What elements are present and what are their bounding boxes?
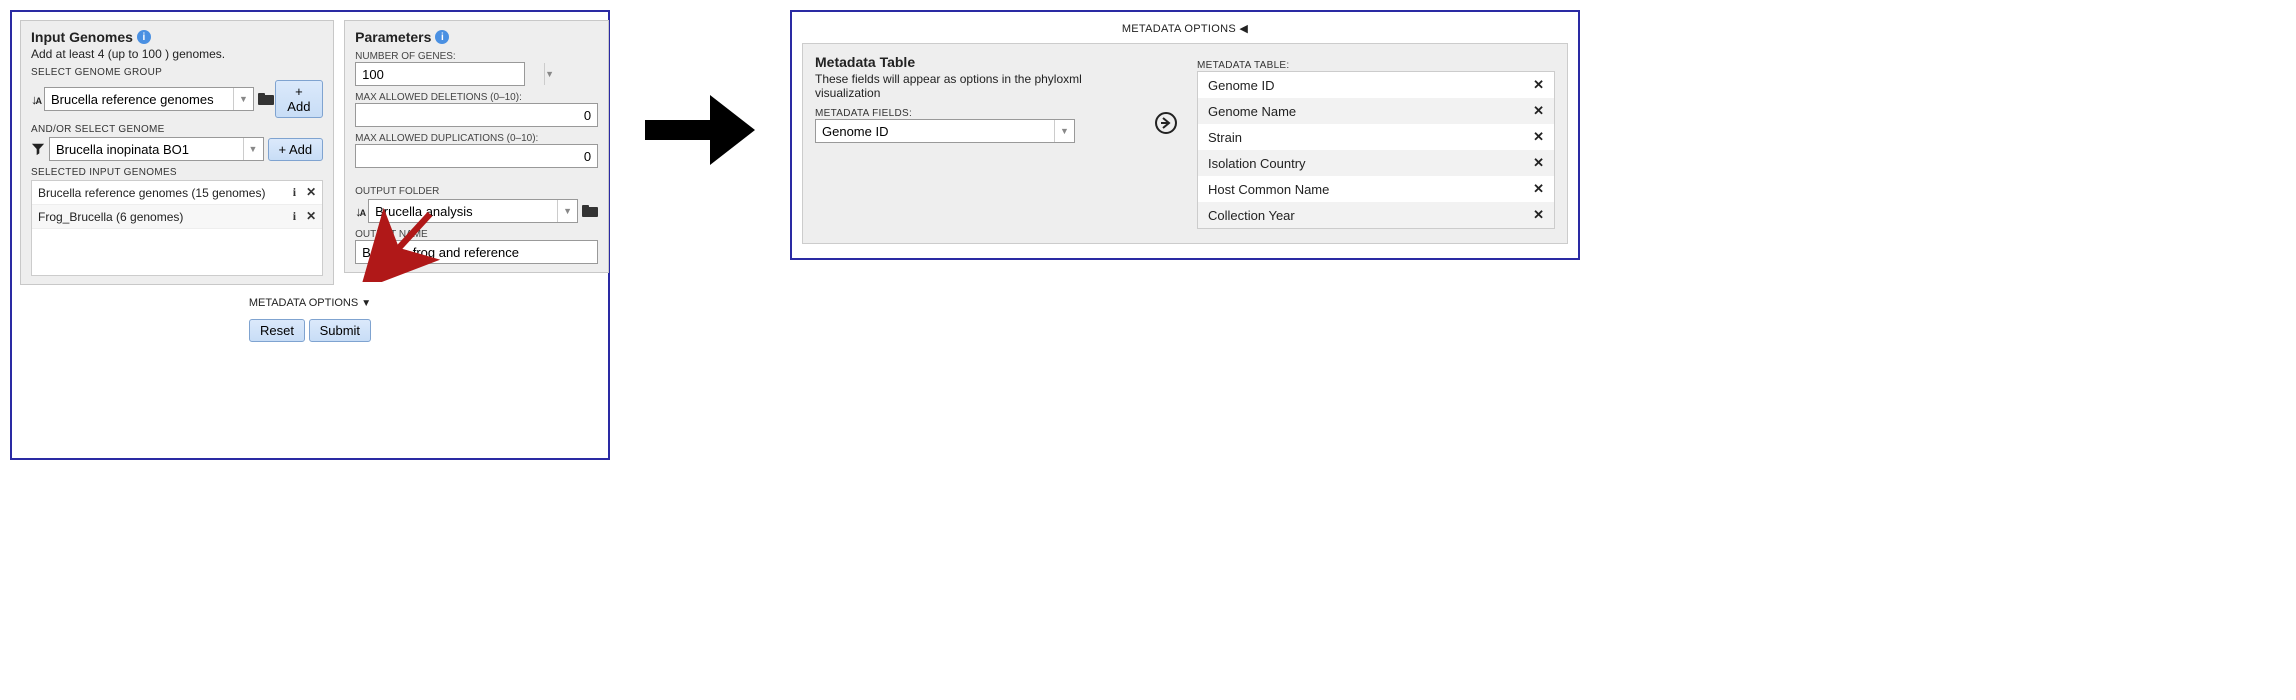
folder-icon[interactable] <box>258 93 271 105</box>
sort-icon[interactable]: ↓A <box>355 204 364 219</box>
metadata-options-toggle[interactable]: METADATA OPTIONS ▼ <box>20 297 600 309</box>
chevron-down-icon[interactable]: ▼ <box>233 88 253 110</box>
selected-input-genomes-label: SELECTED INPUT GENOMES <box>31 167 323 178</box>
reset-button[interactable]: Reset <box>249 319 305 342</box>
table-row: Strain ✕ <box>1198 124 1554 150</box>
remove-item-icon[interactable]: ✕ <box>306 185 316 200</box>
flow-arrow-icon <box>640 70 760 190</box>
info-item-icon[interactable]: i <box>293 209 296 224</box>
output-folder-select[interactable]: ▼ <box>368 199 578 223</box>
add-field-arrow-button[interactable] <box>1153 110 1179 136</box>
sort-icon[interactable]: ↓A <box>31 92 40 107</box>
left-panel: Input Genomes i Add at least 4 (up to 10… <box>10 10 610 460</box>
metadata-table-desc: These fields will appear as options in t… <box>815 72 1135 100</box>
metadata-table-list-label: METADATA TABLE: <box>1197 60 1555 71</box>
list-item: Brucella reference genomes (15 genomes) … <box>32 181 322 205</box>
remove-row-icon[interactable]: ✕ <box>1533 129 1544 145</box>
parameters-title: Parameters i <box>355 29 449 45</box>
metadata-field-input[interactable] <box>816 124 1054 139</box>
select-genome-group-label: SELECT GENOME GROUP <box>31 67 323 78</box>
remove-row-icon[interactable]: ✕ <box>1533 77 1544 93</box>
selected-genomes-list: Brucella reference genomes (15 genomes) … <box>31 180 323 276</box>
genome-group-select[interactable]: ▼ <box>44 87 254 111</box>
genome-group-input[interactable] <box>45 92 233 107</box>
chevron-down-icon[interactable]: ▼ <box>557 200 577 222</box>
submit-button[interactable]: Submit <box>309 319 371 342</box>
metadata-fields-label: METADATA FIELDS: <box>815 108 1135 119</box>
metadata-field-select[interactable]: ▼ <box>815 119 1075 143</box>
metadata-table-list: Genome ID ✕ Genome Name ✕ Strain ✕ Isola… <box>1197 71 1555 229</box>
parameters-box: Parameters i NUMBER OF GENES: ▼ MAX ALLO… <box>344 20 609 273</box>
andor-select-genome-label: AND/OR SELECT GENOME <box>31 124 323 135</box>
num-genes-input[interactable] <box>356 67 544 82</box>
metadata-options-header[interactable]: METADATA OPTIONS ◀ <box>802 22 1568 35</box>
table-row: Genome Name ✕ <box>1198 98 1554 124</box>
table-row: Collection Year ✕ <box>1198 202 1554 228</box>
chevron-down-icon[interactable]: ▼ <box>544 63 554 85</box>
parameters-title-text: Parameters <box>355 29 431 45</box>
chevron-down-icon[interactable]: ▼ <box>1054 120 1074 142</box>
max-duplications-input[interactable] <box>355 144 598 168</box>
chevron-down-icon[interactable]: ▼ <box>243 138 263 160</box>
metadata-table-title: Metadata Table <box>815 54 1135 70</box>
info-icon[interactable]: i <box>435 30 449 44</box>
metadata-left-col: Metadata Table These fields will appear … <box>815 54 1135 143</box>
max-deletions-label: MAX ALLOWED DELETIONS (0–10): <box>355 92 598 103</box>
remove-row-icon[interactable]: ✕ <box>1533 155 1544 171</box>
input-genomes-box: Input Genomes i Add at least 4 (up to 10… <box>20 20 334 285</box>
table-row: Isolation Country ✕ <box>1198 150 1554 176</box>
input-genomes-title-text: Input Genomes <box>31 29 133 45</box>
output-name-label: OUTPUT NAME <box>355 229 598 240</box>
max-duplications-label: MAX ALLOWED DUPLICATIONS (0–10): <box>355 133 598 144</box>
right-panel: METADATA OPTIONS ◀ Metadata Table These … <box>790 10 1580 260</box>
num-genes-select[interactable]: ▼ <box>355 62 525 86</box>
num-genes-label: NUMBER OF GENES: <box>355 51 598 62</box>
add-genome-button[interactable]: + Add <box>268 138 324 161</box>
chevron-down-icon: ▼ <box>361 298 371 309</box>
genome-select[interactable]: ▼ <box>49 137 264 161</box>
remove-row-icon[interactable]: ✕ <box>1533 181 1544 197</box>
remove-row-icon[interactable]: ✕ <box>1533 207 1544 223</box>
remove-row-icon[interactable]: ✕ <box>1533 103 1544 119</box>
input-genomes-hint: Add at least 4 (up to 100 ) genomes. <box>31 47 323 61</box>
remove-item-icon[interactable]: ✕ <box>306 209 316 224</box>
info-item-icon[interactable]: i <box>293 185 296 200</box>
filter-icon[interactable] <box>31 142 45 156</box>
chevron-left-icon: ◀ <box>1239 23 1248 35</box>
table-row: Host Common Name ✕ <box>1198 176 1554 202</box>
output-name-input[interactable] <box>355 240 598 264</box>
metadata-body: Metadata Table These fields will appear … <box>802 43 1568 244</box>
metadata-right-col: METADATA TABLE: Genome ID ✕ Genome Name … <box>1197 54 1555 229</box>
add-group-button[interactable]: + Add <box>275 80 324 118</box>
max-deletions-input[interactable] <box>355 103 598 127</box>
folder-icon[interactable] <box>582 205 598 217</box>
table-row: Genome ID ✕ <box>1198 72 1554 98</box>
output-folder-label: OUTPUT FOLDER <box>355 186 598 197</box>
action-buttons: Reset Submit <box>20 319 600 342</box>
input-genomes-title: Input Genomes i <box>31 29 151 45</box>
info-icon[interactable]: i <box>137 30 151 44</box>
left-columns: Input Genomes i Add at least 4 (up to 10… <box>20 20 600 285</box>
genome-input[interactable] <box>50 142 243 157</box>
output-folder-input[interactable] <box>369 204 557 219</box>
list-item: Frog_Brucella (6 genomes) i ✕ <box>32 205 322 229</box>
